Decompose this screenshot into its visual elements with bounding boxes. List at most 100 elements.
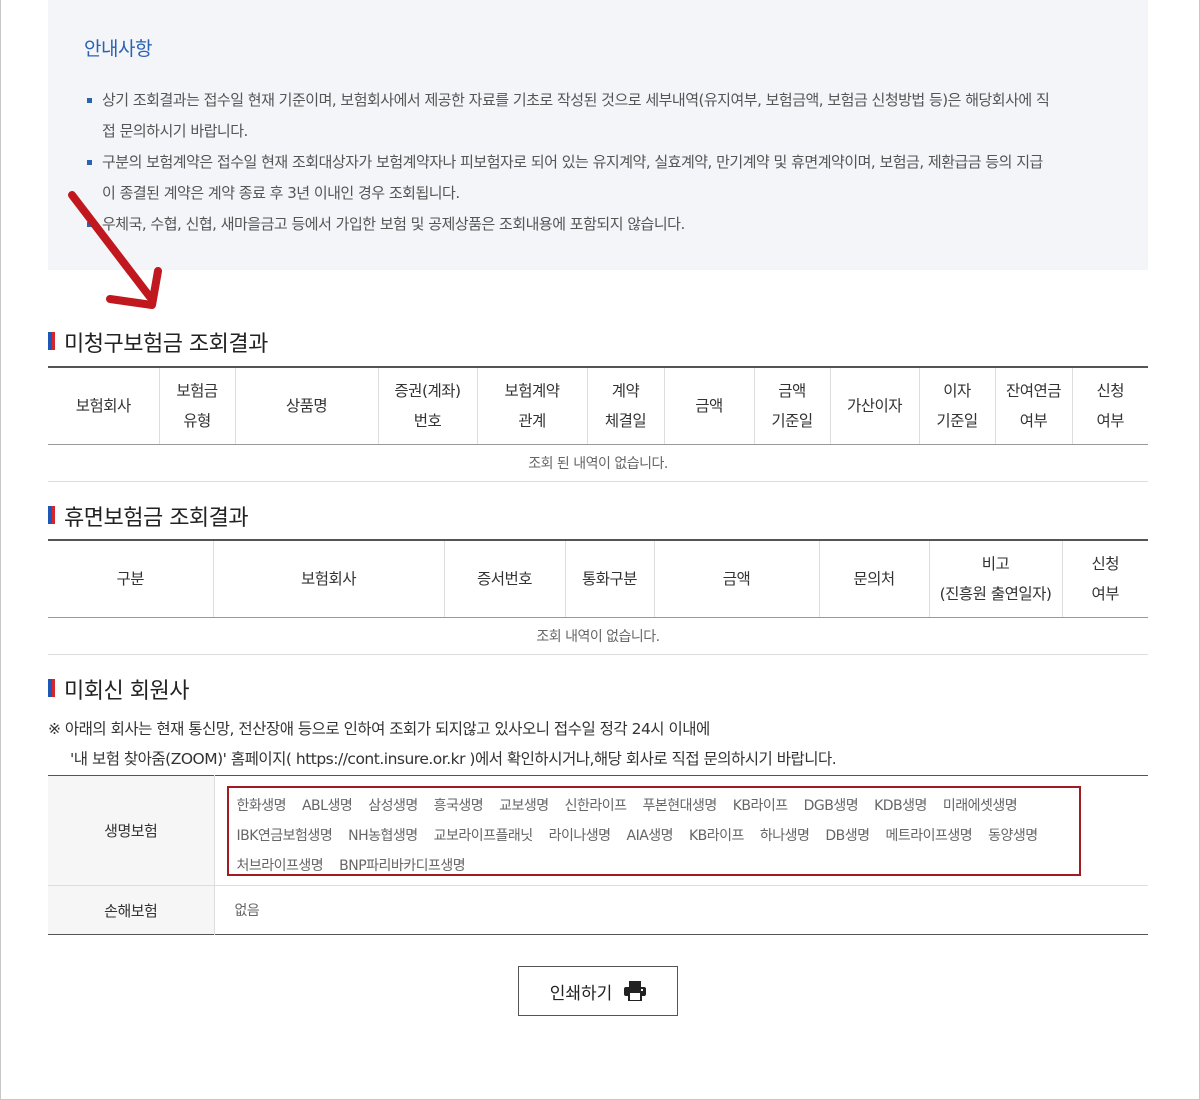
dormant-empty-message: 조회 내역이 없습니다. bbox=[48, 617, 1148, 655]
unreplied-note: ※ 아래의 회사는 현재 통신망, 전산장애 등으로 인하여 조회가 되지않고 … bbox=[48, 714, 837, 774]
notice-text: 상기 조회결과는 접수일 현재 기준이며, 보험회사에서 제공한 자료를 기초로… bbox=[102, 91, 1050, 109]
dormant-header-line: 비고 bbox=[981, 555, 1010, 573]
company-name: 한화생명 bbox=[236, 797, 287, 814]
unclaimed-header-8: 가산이자 bbox=[829, 367, 919, 445]
unclaimed-header-10: 잔여연금 여부 bbox=[994, 367, 1072, 445]
dormant-header-line: (진흥원 출연일자) bbox=[939, 585, 1052, 603]
printer-icon bbox=[624, 981, 647, 1001]
dormant-header-5: 문의처 bbox=[818, 540, 929, 618]
unclaimed-header-line: 가산이자 bbox=[846, 397, 903, 415]
unreplied-section-title: 미회신 회원사 bbox=[48, 673, 189, 705]
company-name: BNP파리바카디프생명 bbox=[339, 857, 466, 874]
unclaimed-header-line: 번호 bbox=[413, 412, 442, 430]
unclaimed-header-line: 유형 bbox=[183, 412, 211, 430]
section-mark-icon bbox=[48, 679, 55, 697]
notice-item: 접 문의하시기 바랍니다. bbox=[84, 116, 1112, 147]
dormant-header-line: 신청 bbox=[1091, 555, 1120, 573]
dormant-header-line: 여부 bbox=[1091, 585, 1120, 603]
dormant-header-2: 증서번호 bbox=[443, 540, 565, 618]
dormant-table: 구분 보험회사 증서번호 통화구분 금액 문의처 비고 (진흥원 출연일자) 신청여부 조회 내… bbox=[48, 539, 1148, 655]
notice-text: 우체국, 수협, 신협, 새마을금고 등에서 가입한 보험 및 공제상품은 조회… bbox=[102, 215, 685, 233]
dormant-header-6: 비고 (진흥원 출연일자) bbox=[928, 540, 1062, 618]
dormant-header-line: 통화구분 bbox=[581, 570, 638, 588]
company-name: DB생명 bbox=[825, 827, 870, 844]
unclaimed-header-3: 증권(계좌) 번호 bbox=[377, 367, 477, 445]
notice-text: 구분의 보험계약은 접수일 현재 조회대상자가 보험계약자나 피보험자로 되어 … bbox=[102, 153, 1043, 171]
company-name: 메트라이프생명 bbox=[885, 827, 973, 844]
dormant-header-3: 통화구분 bbox=[564, 540, 654, 618]
unclaimed-header-line: 여부 bbox=[1019, 412, 1048, 430]
dormant-header-line: 구분 bbox=[116, 570, 145, 588]
notice-text: 접 문의하시기 바랍니다. bbox=[102, 122, 248, 140]
dormant-header-line: 금액 bbox=[722, 570, 751, 588]
arrow-annotation-icon bbox=[68, 191, 162, 309]
unreplied-note-line1: ※ 아래의 회사는 현재 통신망, 전산장애 등으로 인하여 조회가 되지않고 … bbox=[48, 720, 710, 738]
company-name: KB라이프 bbox=[689, 827, 744, 844]
unclaimed-header-line: 신청 bbox=[1096, 382, 1125, 400]
unclaimed-header-line: 체결일 bbox=[604, 412, 647, 430]
company-name: NH농협생명 bbox=[348, 827, 418, 844]
notice-list: 상기 조회결과는 접수일 현재 기준이며, 보험회사에서 제공한 자료를 기초로… bbox=[84, 85, 1112, 240]
company-name: KDB생명 bbox=[874, 797, 927, 814]
print-button[interactable]: 인쇄하기 bbox=[518, 966, 678, 1016]
company-name: 하나생명 bbox=[759, 827, 810, 844]
notice-item: 우체국, 수협, 신협, 새마을금고 등에서 가입한 보험 및 공제상품은 조회… bbox=[84, 209, 1112, 240]
notice-item: 상기 조회결과는 접수일 현재 기준이며, 보험회사에서 제공한 자료를 기초로… bbox=[84, 85, 1112, 116]
unclaimed-header-line: 금액 bbox=[778, 382, 806, 400]
dormant-header-line: 문의처 bbox=[853, 570, 895, 588]
company-name: 신한라이프 bbox=[564, 797, 627, 814]
unclaimed-header-line: 금액 bbox=[695, 397, 723, 415]
unclaimed-header-line: 증권(계좌) bbox=[394, 382, 461, 400]
unclaimed-header-4: 보험계약 관계 bbox=[476, 367, 587, 445]
dormant-header-0: 구분 bbox=[48, 540, 213, 618]
nonlife-insurance-label: 손해보험 bbox=[48, 885, 215, 935]
unreplied-note-line2: '내 보험 찾아줌(ZOOM)' 홈페이지( https://cont.insu… bbox=[70, 750, 837, 768]
company-name: DGB생명 bbox=[803, 797, 859, 814]
company-name: 푸본현대생명 bbox=[642, 797, 718, 814]
section-mark-icon bbox=[48, 332, 55, 350]
unclaimed-header-line: 이자 bbox=[943, 382, 971, 400]
unclaimed-header-5: 계약체결일 bbox=[586, 367, 664, 445]
company-name: 삼성생명 bbox=[368, 797, 418, 814]
company-name: 교보생명 bbox=[499, 797, 549, 814]
company-name: 흥국생명 bbox=[433, 797, 484, 814]
notice-title: 안내사항 bbox=[84, 38, 152, 60]
company-name: 미래에셋생명 bbox=[942, 797, 1018, 814]
bullet-icon bbox=[87, 160, 92, 165]
unclaimed-header-2: 상품명 bbox=[234, 367, 378, 445]
life-insurance-row: 생명보험 한화생명 ABL생명 삼성생명 흥국생명 교보생명 신한라이프 푸본현… bbox=[48, 775, 1148, 886]
unclaimed-section-title: 미청구보험금 조회결과 bbox=[48, 326, 268, 358]
unclaimed-header-line: 보험금 bbox=[176, 382, 218, 400]
life-insurance-label: 생명보험 bbox=[48, 775, 215, 886]
dormant-header-7: 신청여부 bbox=[1061, 540, 1148, 618]
unclaimed-title-text: 미청구보험금 조회결과 bbox=[64, 332, 268, 357]
section-mark-icon bbox=[48, 506, 55, 524]
notice-box: 안내사항 상기 조회결과는 접수일 현재 기준이며, 보험회사에서 제공한 자료… bbox=[48, 0, 1148, 270]
notice-item: 구분의 보험계약은 접수일 현재 조회대상자가 보험계약자나 피보험자로 되어 … bbox=[84, 147, 1112, 178]
highlighted-company-box: 한화생명 ABL생명 삼성생명 흥국생명 교보생명 신한라이프 푸본현대생명 K… bbox=[226, 785, 1081, 876]
unclaimed-header-line: 보험회사 bbox=[75, 397, 132, 415]
life-insurance-cell: 한화생명 ABL생명 삼성생명 흥국생명 교보생명 신한라이프 푸본현대생명 K… bbox=[214, 775, 1148, 886]
company-name: 동양생명 bbox=[988, 827, 1038, 844]
unreplied-title-text: 미회신 회원사 bbox=[64, 679, 189, 704]
dormant-header-1: 보험회사 bbox=[212, 540, 444, 618]
unclaimed-header-line: 상품명 bbox=[285, 397, 328, 415]
company-name: 처브라이프생명 bbox=[236, 857, 324, 874]
unclaimed-header-6: 금액 bbox=[663, 367, 754, 445]
unclaimed-header-line: 계약 bbox=[611, 382, 640, 400]
unclaimed-header-7: 금액 기준일 bbox=[753, 367, 830, 445]
bullet-icon bbox=[87, 98, 92, 103]
nonlife-insurance-value: 없음 bbox=[234, 903, 260, 919]
company-name: IBK연금보험생명 bbox=[236, 827, 333, 844]
company-name: 교보라이프플래닛 bbox=[433, 827, 534, 844]
dormant-title-text: 휴면보험금 조회결과 bbox=[64, 506, 249, 531]
unclaimed-header-11: 신청 여부 bbox=[1071, 367, 1148, 445]
unclaimed-header-line: 관계 bbox=[518, 412, 546, 430]
company-name: AIA생명 bbox=[626, 827, 674, 844]
dormant-header-line: 보험회사 bbox=[300, 570, 357, 588]
print-button-label: 인쇄하기 bbox=[549, 983, 613, 1004]
unclaimed-header-1: 보험금유형 bbox=[158, 367, 235, 445]
company-name: ABL생명 bbox=[301, 797, 353, 814]
notice-item: 이 종결된 계약은 계약 종료 후 3년 이내인 경우 조회됩니다. bbox=[84, 178, 1112, 209]
unclaimed-table: 보험회사 보험금 유형 상품명 증권(계좌) 번호 보험계약 관계 계약 체결일 금액 금액 기준일 가산… bbox=[48, 366, 1148, 482]
